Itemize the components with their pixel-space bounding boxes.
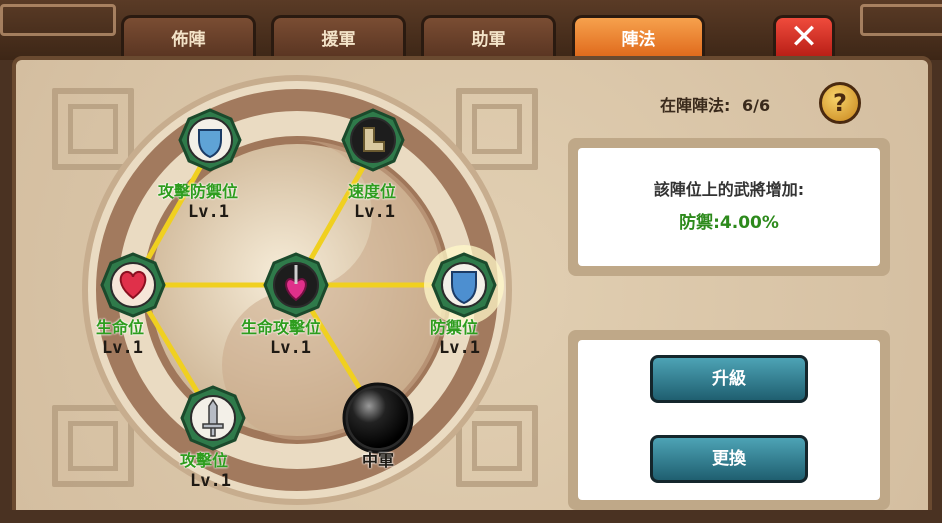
node-label-hp-attack: 生命攻擊位	[241, 318, 322, 337]
node-attack-defense[interactable]	[178, 108, 242, 172]
node-defense[interactable]	[424, 245, 504, 325]
formation-count-label: 在陣陣法:	[660, 96, 731, 115]
info-bonus: 防禦:4.00%	[679, 213, 779, 233]
black-orb-icon	[348, 388, 408, 448]
bottom-strip	[0, 510, 942, 523]
replace-button[interactable]: 更換	[650, 435, 808, 483]
action-panel-body: 升級 更換	[578, 340, 880, 500]
question-icon: ?	[833, 89, 847, 117]
action-panel: 升級 更換	[568, 330, 890, 510]
info-title: 該陣位上的武將增加:	[653, 180, 805, 199]
node-hp-attack[interactable]	[263, 252, 329, 318]
node-level-attack: Lv.1	[190, 471, 231, 491]
info-panel: 該陣位上的武將增加: 防禦:4.00%	[568, 138, 890, 276]
formation-count-value: 6/6	[741, 96, 771, 115]
node-level-defense: Lv.1	[439, 338, 480, 358]
node-level-hp: Lv.1	[102, 338, 143, 358]
node-label-defense: 防禦位	[430, 318, 479, 337]
node-label-attack: 攻擊位	[180, 451, 229, 470]
node-level-hp-attack: Lv.1	[270, 338, 311, 358]
node-attack[interactable]	[180, 385, 246, 451]
node-level-attack-defense: Lv.1	[188, 202, 229, 222]
node-label-attack-defense: 攻擊防禦位	[158, 182, 239, 201]
node-center[interactable]	[342, 382, 414, 454]
node-label-hp: 生命位	[96, 318, 145, 337]
info-panel-body: 該陣位上的武將增加: 防禦:4.00%	[578, 148, 880, 266]
upgrade-button[interactable]: 升級	[650, 355, 808, 403]
formation-count: 在陣陣法: 6/6	[660, 92, 770, 116]
node-speed[interactable]	[341, 108, 405, 172]
node-label-speed: 速度位	[348, 182, 397, 201]
node-level-speed: Lv.1	[354, 202, 395, 222]
help-button[interactable]: ?	[819, 82, 861, 124]
node-label-center: 中軍	[362, 451, 395, 470]
node-hp[interactable]	[100, 252, 166, 318]
